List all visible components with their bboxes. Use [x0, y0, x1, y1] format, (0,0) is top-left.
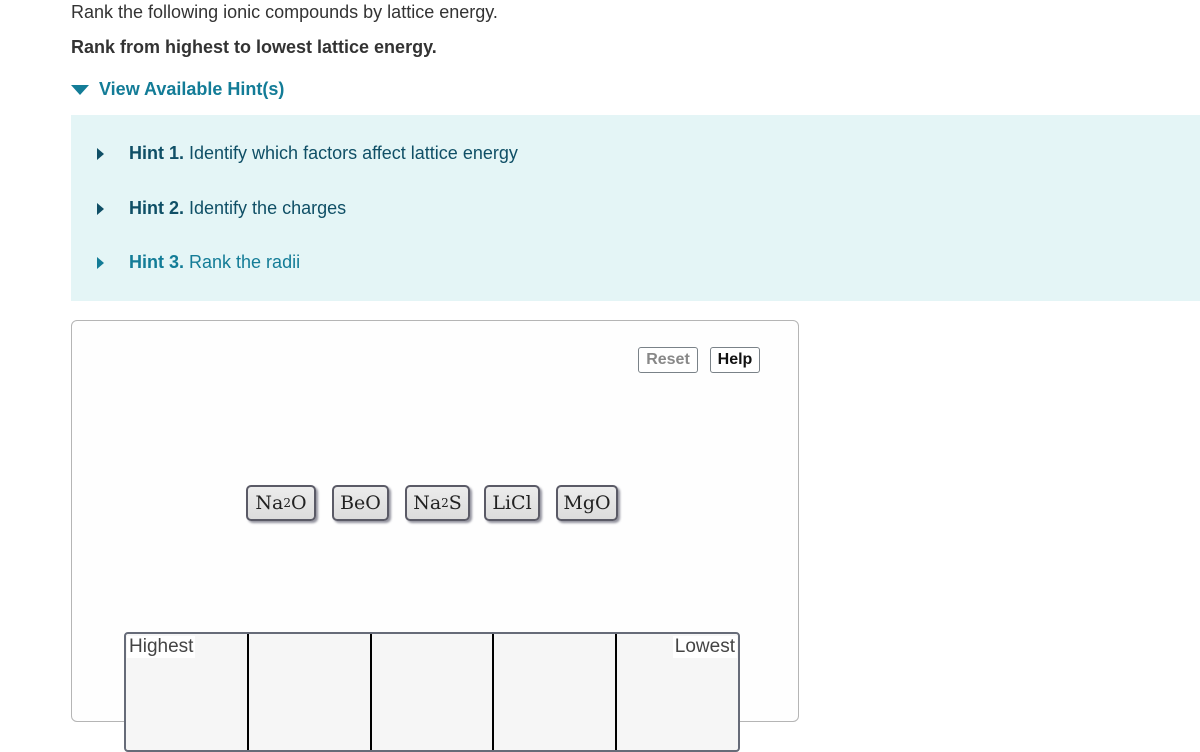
question-instruction: Rank from highest to lowest lattice ener…	[71, 37, 437, 57]
ranking-slots: Highest Lowest	[124, 632, 740, 752]
tile-text: O	[291, 492, 307, 514]
ranking-widget: Reset Help Na 2 O BeO Na 2 S LiCl MgO Highes…	[71, 320, 799, 752]
rank-slot-3[interactable]	[372, 634, 495, 750]
tile-text: S	[448, 492, 462, 514]
question-prompt: Rank the following ionic compounds by la…	[71, 2, 498, 22]
hint-2[interactable]: Hint 2. Identify the charges	[97, 198, 346, 219]
tile-text: Na	[413, 492, 442, 514]
hint-1-label: Hint 1.	[129, 143, 185, 163]
hint-3-text: Rank the radii	[189, 252, 301, 272]
rank-slot-5[interactable]: Lowest	[617, 634, 738, 750]
tile-text: MgO	[563, 492, 611, 514]
tile-mgo[interactable]: MgO	[556, 485, 618, 521]
caret-right-icon	[97, 202, 104, 215]
tile-na2o[interactable]: Na 2 O	[246, 485, 316, 521]
hint-3-label: Hint 3.	[129, 252, 185, 272]
caret-right-icon	[97, 147, 104, 160]
view-hints-toggle[interactable]: View Available Hint(s)	[71, 79, 284, 100]
tile-text: LiCl	[492, 492, 532, 514]
tile-licl[interactable]: LiCl	[484, 485, 540, 521]
lowest-label: Lowest	[672, 636, 737, 658]
reset-button[interactable]: Reset	[638, 347, 698, 373]
caret-right-icon	[97, 256, 104, 269]
help-button[interactable]: Help	[710, 347, 760, 373]
highest-label: Highest	[127, 636, 196, 658]
hint-1-text: Identify which factors affect lattice en…	[189, 143, 518, 163]
caret-down-icon	[71, 84, 89, 95]
tile-text: BeO	[340, 492, 381, 514]
hint-2-label: Hint 2.	[129, 198, 185, 218]
tile-text: Na	[255, 492, 284, 514]
rank-slot-2[interactable]	[249, 634, 372, 750]
hint-3[interactable]: Hint 3. Rank the radii	[97, 252, 300, 273]
rank-slot-4[interactable]	[494, 634, 618, 750]
hint-2-text: Identify the charges	[189, 198, 347, 218]
view-hints-label: View Available Hint(s)	[99, 79, 285, 99]
rank-slot-1[interactable]: Highest	[126, 634, 249, 750]
tile-beo[interactable]: BeO	[332, 485, 389, 521]
hint-1[interactable]: Hint 1. Identify which factors affect la…	[97, 143, 518, 164]
tile-na2s[interactable]: Na 2 S	[405, 485, 470, 521]
